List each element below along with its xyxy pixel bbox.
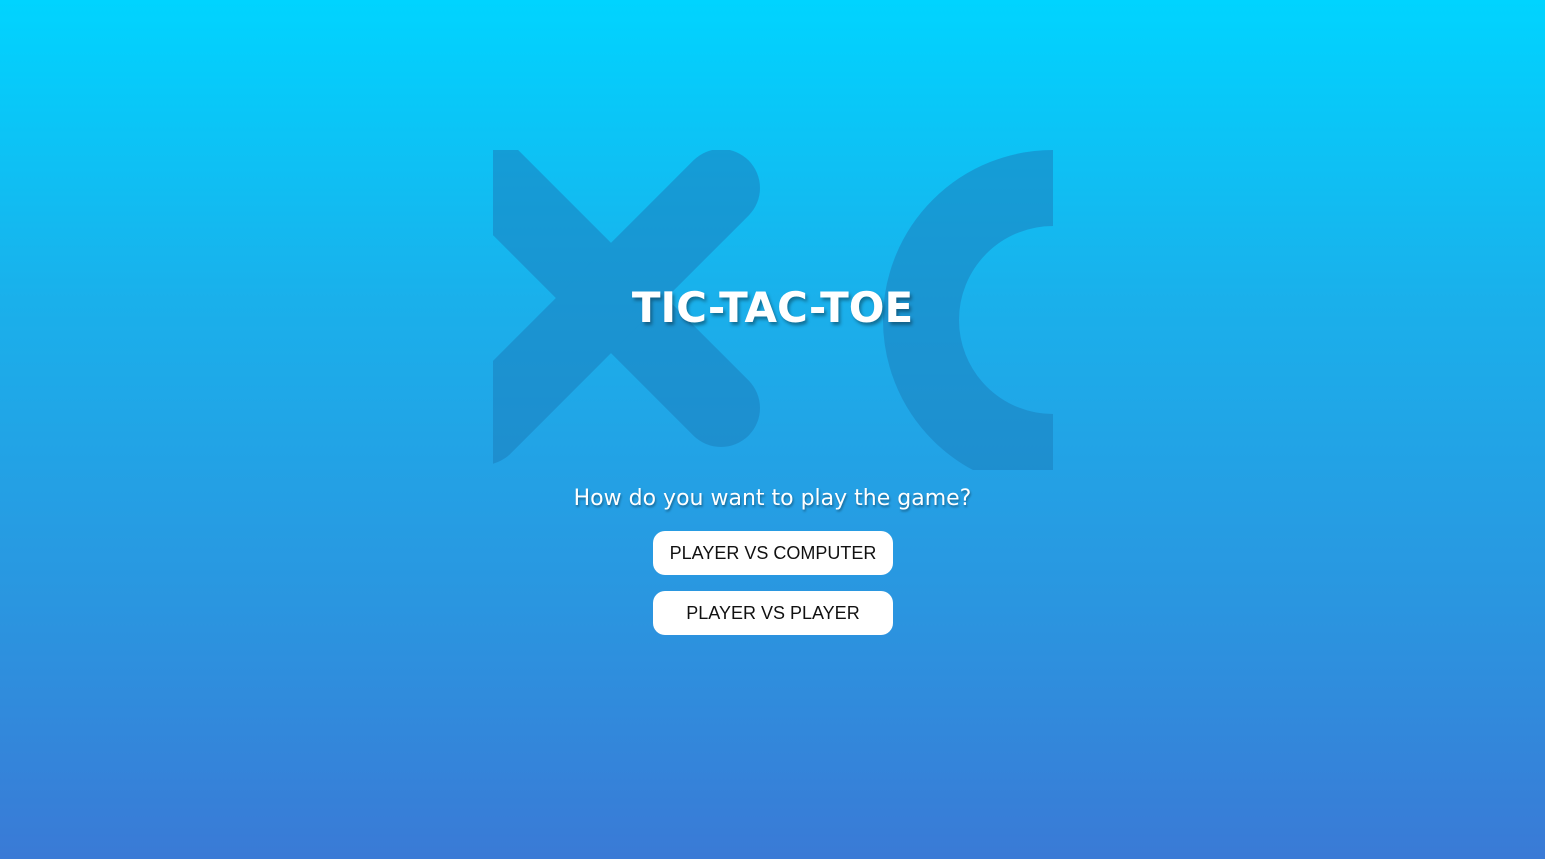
player-vs-computer-button[interactable]: PLAYER VS COMPUTER (653, 531, 893, 575)
mode-prompt: How do you want to play the game? (573, 486, 972, 511)
game-title: TIC-TAC-TOE (631, 283, 914, 332)
player-vs-player-button[interactable]: PLAYER VS PLAYER (653, 591, 893, 635)
